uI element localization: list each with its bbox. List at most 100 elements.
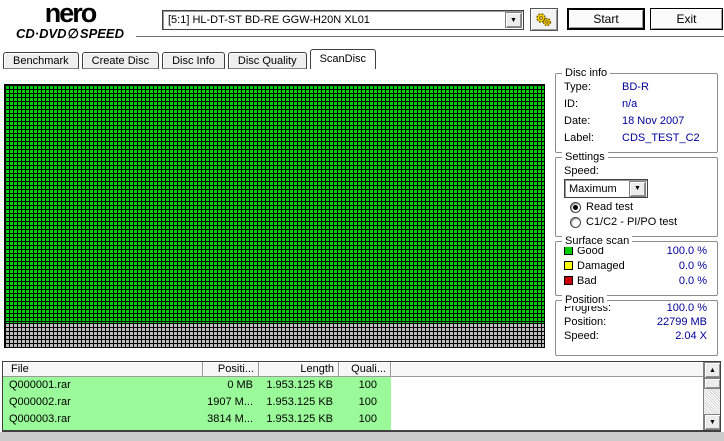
position-title: Position [562, 294, 608, 306]
speed-selector[interactable]: Maximum ▼ [564, 179, 648, 198]
cell-quality: 100 [339, 411, 391, 428]
triangle-down-icon: ▼ [709, 418, 716, 426]
chevron-down-icon: ▼ [510, 16, 517, 24]
disc-label-value: CDS_TEST_C2 [622, 132, 700, 144]
chevron-down-icon: ▼ [634, 185, 641, 192]
nero-cd-dvd-speed-window: nero CD·DVD∅SPEED [5:1] HL-DT-ST BD-RE G… [0, 0, 724, 441]
scan-grid-unscanned-area [5, 323, 544, 347]
scrollbar-thumb[interactable] [704, 378, 720, 389]
progress-value: 100.0 % [666, 302, 707, 314]
window-bottom-edge [0, 432, 724, 441]
speed-row-label: Speed: [564, 330, 599, 342]
cell-position: 3814 M... [203, 411, 259, 428]
table-row[interactable]: Q000002.rar 1907 M... 1.953.125 KB 100 [3, 394, 720, 411]
surface-scan-groupbox: Surface scan Good 100.0 % Damaged 0.0 % Ba… [555, 235, 718, 296]
good-value: 100.0 % [666, 244, 707, 257]
column-header-quality[interactable]: Quali... [339, 362, 391, 377]
tab-disc-info[interactable]: Disc Info [162, 52, 225, 69]
column-header-position[interactable]: Positi... [203, 362, 259, 377]
tab-disc-quality[interactable]: Disc Quality [227, 52, 307, 69]
position-row-position: Position: 22799 MB [556, 315, 717, 329]
cell-file: Q000002.rar [3, 394, 203, 411]
start-button[interactable]: Start [567, 8, 645, 30]
bad-label: Bad [577, 274, 597, 287]
position-value: 22799 MB [656, 316, 707, 328]
tab-strip: Benchmark Create Disc Disc Info Disc Qua… [3, 49, 379, 69]
read-test-radio[interactable]: Read test [556, 198, 717, 213]
cell-position: 0 MB [203, 377, 259, 394]
position-groupbox: Position Progress: 100.0 % Position: 22799… [555, 294, 718, 356]
radio-selected-dot [573, 204, 578, 210]
header-divider [136, 36, 724, 38]
triangle-up-icon: ▲ [709, 366, 716, 374]
logo-subtitle: CD·DVD∅SPEED [6, 26, 134, 42]
cell-filler [391, 377, 720, 394]
scan-grid-good-area [5, 85, 544, 323]
read-test-label: Read test [586, 201, 634, 213]
gears-icon [536, 13, 552, 27]
column-header-empty [391, 362, 720, 377]
bad-color-swatch [564, 276, 573, 285]
disc-info-row-type: Type: BD-R [556, 79, 717, 96]
tab-benchmark[interactable]: Benchmark [3, 52, 79, 69]
drive-selector-dropdown-button[interactable]: ▼ [505, 12, 522, 28]
speed-selector-value: Maximum [569, 182, 617, 195]
speed-row-value: 2.04 X [675, 330, 707, 342]
surface-scan-row-damaged: Damaged 0.0 % [556, 259, 717, 272]
file-list-header: File Positi... Length Quali... [3, 362, 720, 377]
disc-date-value: 18 Nov 2007 [622, 115, 685, 127]
position-row-speed: Speed: 2.04 X [556, 329, 717, 343]
disc-info-title: Disc info [562, 67, 611, 79]
settings-groupbox: Settings Speed: Maximum ▼ Read test C1/C… [555, 151, 718, 237]
nero-logo: nero CD·DVD∅SPEED [6, 0, 134, 42]
logo-speed-text: SPEED [79, 26, 124, 41]
disc-type-label: Type: [564, 81, 591, 93]
cell-position: 1907 M... [203, 394, 259, 411]
scroll-down-button[interactable]: ▼ [704, 414, 720, 430]
cell-file: Q000003.rar [3, 411, 203, 428]
vertical-scrollbar[interactable]: ▲ ▼ [703, 362, 720, 430]
tab-scandisc[interactable]: ScanDisc [309, 49, 377, 69]
disc-info-groupbox: Disc info Type: BD-R ID: n/a Date: 18 Nov 2… [555, 67, 718, 153]
logo-nero-text: nero [44, 0, 98, 28]
c1c2-pipo-test-radio[interactable]: C1/C2 - PI/PO test [556, 213, 717, 228]
disc-id-value: n/a [622, 98, 638, 110]
scroll-up-button[interactable]: ▲ [704, 362, 720, 378]
disc-label-label: Label: [564, 132, 594, 144]
cell-length: 1.953.125 KB [259, 411, 339, 428]
cell-length: 1.953.125 KB [259, 394, 339, 411]
cell-quality: 100 [339, 377, 391, 394]
position-label: Position: [564, 316, 607, 328]
disc-info-row-label: Label: CDS_TEST_C2 [556, 130, 717, 147]
cell-filler [391, 411, 720, 428]
settings-title: Settings [562, 151, 608, 163]
tab-create-disc[interactable]: Create Disc [81, 52, 160, 69]
drive-selector[interactable]: [5:1] HL-DT-ST BD-RE GGW-H20N XL01 ▼ [162, 10, 524, 30]
file-list: File Positi... Length Quali... Q000001.r… [2, 361, 721, 432]
surface-scan-title: Surface scan [562, 235, 633, 247]
disc-info-row-id: ID: n/a [556, 96, 717, 113]
cell-file: Q000001.rar [3, 377, 203, 394]
surface-scan-row-bad: Bad 0.0 % [556, 274, 717, 287]
disc-id-label: ID: [564, 98, 579, 110]
good-color-swatch [564, 246, 573, 255]
cell-filler [391, 394, 720, 411]
column-header-file[interactable]: File [3, 362, 203, 377]
speed-selector-dropdown-button[interactable]: ▼ [629, 180, 646, 197]
damaged-label: Damaged [577, 259, 625, 272]
c1c2-pipo-test-label: C1/C2 - PI/PO test [586, 216, 678, 228]
exit-button[interactable]: Exit [650, 8, 723, 30]
column-header-length[interactable]: Length [259, 362, 339, 377]
cell-length: 1.953.125 KB [259, 377, 339, 394]
surface-scan-grid [4, 84, 545, 348]
disc-date-label: Date: [564, 115, 591, 127]
drive-selector-value: [5:1] HL-DT-ST BD-RE GGW-H20N XL01 [168, 14, 370, 26]
logo-cddvd-text: CD·DVD [16, 26, 67, 41]
bad-value: 0.0 % [678, 274, 707, 287]
table-row[interactable]: Q000001.rar 0 MB 1.953.125 KB 100 [3, 377, 720, 394]
disc-type-value: BD-R [622, 81, 649, 93]
options-button[interactable] [530, 8, 558, 31]
table-row[interactable]: Q000003.rar 3814 M... 1.953.125 KB 100 [3, 411, 720, 428]
radio-icon [570, 216, 581, 228]
radio-icon [570, 201, 581, 213]
